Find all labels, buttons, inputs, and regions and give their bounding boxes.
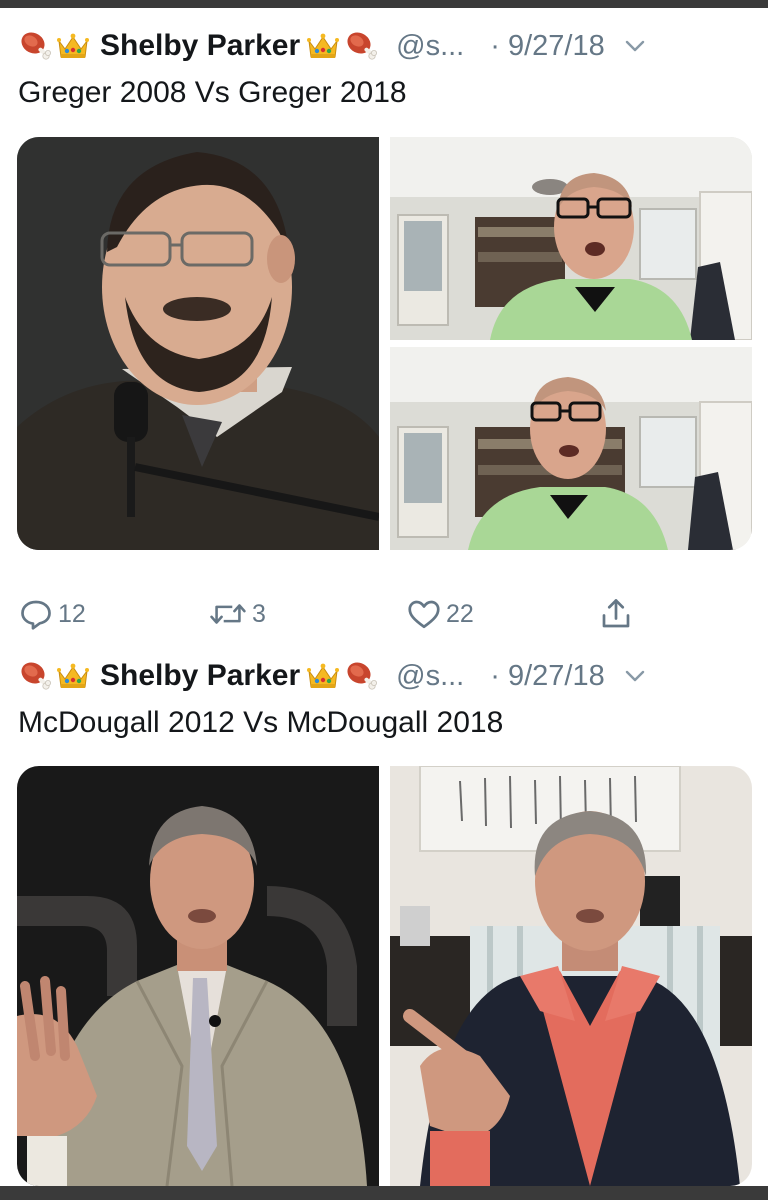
reply-icon: [21, 600, 51, 630]
tweet-header: Shelby Parker @s... · 9/27/18: [18, 654, 758, 698]
display-name[interactable]: Shelby Parker: [100, 659, 300, 693]
tweet-date[interactable]: · 9/27/18: [490, 660, 604, 693]
media-photo-right-bottom[interactable]: [390, 347, 752, 550]
crown-icon: [56, 659, 90, 693]
greger-2018-image-bottom: [390, 347, 752, 550]
reply-count: 12: [58, 599, 86, 628]
user-handle[interactable]: @s...: [396, 30, 464, 63]
retweet-button[interactable]: 3: [208, 594, 266, 634]
mcdougall-2018-image: [390, 766, 752, 1186]
chevron-down-icon[interactable]: [623, 664, 647, 688]
heart-icon: [408, 600, 440, 629]
greger-2008-image: [17, 137, 379, 550]
share-icon: [602, 599, 630, 628]
meat-on-bone-icon: [18, 659, 52, 693]
retweet-icon: [210, 604, 246, 624]
tweet[interactable]: Shelby Parker @s... · 9/27/18 McDougall …: [0, 654, 768, 1186]
chevron-down-icon[interactable]: [623, 34, 647, 58]
display-name[interactable]: Shelby Parker: [100, 29, 300, 63]
user-handle[interactable]: @s...: [396, 660, 464, 693]
mcdougall-2012-image: [17, 766, 379, 1186]
media-photo-right-top[interactable]: [390, 137, 752, 340]
share-button[interactable]: [598, 594, 634, 634]
tweet-text: McDougall 2012 Vs McDougall 2018: [18, 706, 504, 739]
tweet-date[interactable]: · 9/27/18: [490, 30, 604, 63]
tweet-text: Greger 2008 Vs Greger 2018: [18, 76, 407, 109]
crown-icon: [56, 29, 90, 63]
media-grid[interactable]: [17, 137, 752, 550]
retweet-count: 3: [252, 599, 266, 628]
greger-2018-image-top: [390, 137, 752, 340]
media-grid[interactable]: [17, 766, 752, 1186]
meat-on-bone-icon: [344, 29, 378, 63]
tweet[interactable]: Shelby Parker @s... · 9/27/18 Greger 200…: [0, 24, 768, 630]
crown-icon: [306, 659, 340, 693]
like-button[interactable]: 22: [406, 594, 474, 634]
tweet-header: Shelby Parker @s... · 9/27/18: [18, 24, 758, 68]
meat-on-bone-icon: [18, 29, 52, 63]
media-photo-left[interactable]: [17, 766, 379, 1186]
reply-button[interactable]: 12: [18, 594, 86, 634]
like-count: 22: [446, 599, 474, 628]
top-edge: [0, 0, 768, 8]
bottom-edge: [0, 1186, 768, 1200]
media-photo-right[interactable]: [390, 766, 752, 1186]
tweet-actions: 12 3 22: [18, 594, 658, 634]
meat-on-bone-icon: [344, 659, 378, 693]
media-photo-left[interactable]: [17, 137, 379, 550]
crown-icon: [306, 29, 340, 63]
